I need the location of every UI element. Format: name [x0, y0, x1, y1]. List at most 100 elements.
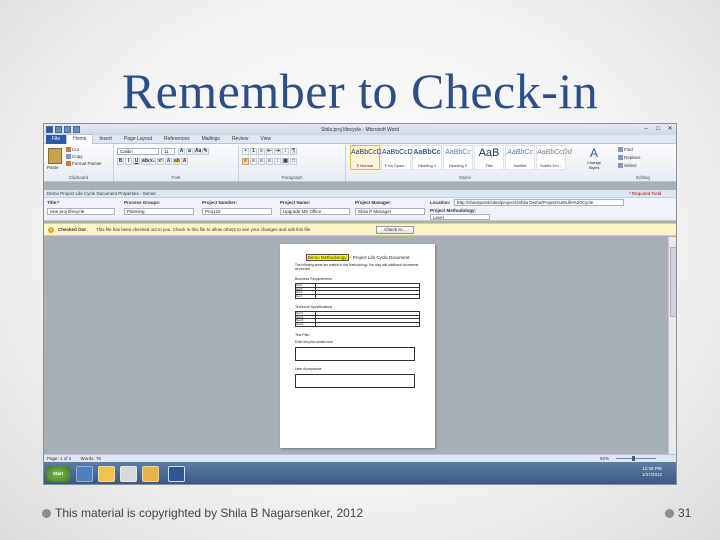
- clipboard-group-label: Clipboard: [68, 175, 89, 180]
- close-button[interactable]: ✕: [664, 125, 676, 133]
- section-business-requirements: Business Requirements: [295, 277, 332, 281]
- style-subtitle[interactable]: AaBbCc Subtitle: [505, 145, 535, 170]
- vertical-scrollbar[interactable]: [668, 237, 676, 454]
- shading-icon[interactable]: ▦: [282, 158, 289, 165]
- user-acceptance-box[interactable]: [295, 374, 415, 388]
- word-taskbar-icon[interactable]: [168, 466, 185, 482]
- grow-font-icon[interactable]: A: [178, 148, 185, 155]
- project-name-field[interactable]: Upgrade MS Office: [280, 208, 350, 215]
- align-left-icon[interactable]: ≡: [242, 158, 249, 165]
- tab-references[interactable]: References: [158, 135, 196, 144]
- line-spacing-icon[interactable]: ↕: [274, 158, 281, 165]
- app-taskbar-icon[interactable]: [120, 466, 137, 482]
- page-count[interactable]: Page: 1 of 2: [47, 456, 71, 461]
- tab-mailings[interactable]: Mailings: [196, 135, 226, 144]
- checked-out-bar: i Checked Out This file has been checked…: [44, 223, 676, 236]
- explorer-taskbar-icon[interactable]: [142, 466, 159, 482]
- required-field-note: * Required Field: [629, 191, 662, 196]
- word-count[interactable]: Words: 76: [81, 456, 101, 461]
- style-normal[interactable]: AaBbCcDd ¶ Normal: [350, 145, 386, 170]
- business-requirements-table: Item1 Item2 Item3 Item4: [295, 283, 420, 299]
- strikethrough-button[interactable]: abc: [141, 158, 151, 165]
- sort-icon[interactable]: ↕: [282, 148, 289, 155]
- tab-view[interactable]: View: [254, 135, 277, 144]
- tab-file[interactable]: File: [46, 134, 67, 144]
- underline-button[interactable]: U: [133, 158, 140, 165]
- style-heading-1[interactable]: AaBbCc Heading 1: [412, 145, 442, 170]
- change-styles-icon: A: [589, 146, 598, 160]
- align-right-icon[interactable]: ≡: [258, 158, 265, 165]
- multilevel-list-icon[interactable]: ≡: [258, 148, 265, 155]
- tab-review[interactable]: Review: [226, 135, 254, 144]
- process-groups-field[interactable]: Planning: [124, 208, 194, 215]
- clear-format-icon[interactable]: ✎: [202, 148, 209, 155]
- replace-button[interactable]: Replace: [618, 155, 641, 161]
- project-manager-label: Project Manager:: [355, 200, 392, 205]
- bold-button[interactable]: B: [117, 158, 124, 165]
- numbering-icon[interactable]: 1: [250, 148, 257, 155]
- paste-button[interactable]: Paste: [47, 165, 59, 171]
- bullets-icon[interactable]: •: [242, 148, 249, 155]
- project-number-field[interactable]: Proj123: [202, 208, 272, 215]
- tab-home[interactable]: Home: [66, 134, 94, 144]
- process-groups-label: Process Groups:: [124, 200, 161, 205]
- footer-bullet-icon: [42, 508, 51, 518]
- maximize-button[interactable]: □: [652, 125, 664, 133]
- zoom-level[interactable]: 92%: [600, 455, 609, 462]
- tab-page-layout[interactable]: Page Layout: [118, 135, 158, 144]
- document-properties-header: Demo Project Life Cycle Document Propert…: [44, 190, 676, 198]
- justify-icon[interactable]: ≡: [266, 158, 273, 165]
- project-manager-field[interactable]: Shila P Manager: [355, 208, 425, 215]
- tab-insert[interactable]: Insert: [93, 135, 118, 144]
- cut-button[interactable]: Cut: [66, 147, 79, 153]
- title-field-label: Title:*: [47, 200, 60, 205]
- location-field[interactable]: http://sharepoint/sites/projects/Shila D…: [454, 199, 624, 206]
- slide-title: Remember to Check-in: [121, 63, 599, 119]
- windows-taskbar: Start 12:36 PM 1/27/2012: [44, 462, 676, 484]
- section-test-plan: Test Plan: [295, 333, 310, 337]
- select-button[interactable]: Select: [618, 163, 637, 169]
- clock[interactable]: 12:36 PM 1/27/2012: [632, 466, 672, 478]
- superscript-button[interactable]: x²: [157, 158, 164, 165]
- minimize-button[interactable]: –: [640, 125, 652, 133]
- folder-taskbar-icon[interactable]: [98, 466, 115, 482]
- project-methodology-field[interactable]: Level: [430, 214, 490, 220]
- increase-indent-icon[interactable]: ⇥: [274, 148, 281, 155]
- highlight-icon[interactable]: ab: [173, 158, 180, 165]
- paste-icon[interactable]: [48, 148, 62, 164]
- text-effects-icon[interactable]: A: [165, 158, 172, 165]
- style-no-spacing[interactable]: AaBbCcDd ¶ No Spaci...: [381, 145, 417, 170]
- checked-out-label: Checked Out: [58, 227, 86, 232]
- align-center-icon[interactable]: ≡: [250, 158, 257, 165]
- check-in-button[interactable]: Check In...: [376, 226, 414, 234]
- replace-icon: [618, 155, 623, 161]
- title-field[interactable]: new proj lifecycle: [47, 208, 115, 215]
- test-plan-box[interactable]: [295, 347, 415, 361]
- copy-icon: [66, 154, 71, 160]
- shrink-font-icon[interactable]: a: [186, 148, 193, 155]
- copy-button[interactable]: Copy: [66, 154, 83, 160]
- font-size-select[interactable]: 11: [161, 148, 175, 155]
- change-case-icon[interactable]: Aa: [194, 148, 201, 155]
- ie-taskbar-icon[interactable]: [76, 466, 93, 482]
- scrollbar-thumb[interactable]: [670, 247, 676, 317]
- zoom-slider[interactable]: [616, 458, 656, 459]
- show-formatting-icon[interactable]: ¶: [290, 148, 297, 155]
- style-heading-2[interactable]: AaBbCc Heading 2: [443, 145, 473, 170]
- style-title[interactable]: AaB Title: [474, 145, 504, 170]
- borders-icon[interactable]: □: [290, 158, 297, 165]
- zoom-slider-handle[interactable]: [632, 456, 635, 461]
- subscript-button[interactable]: x₂: [149, 158, 156, 165]
- document-page[interactable]: Demo Methodology - Project Life Cycle Do…: [280, 244, 435, 448]
- decrease-indent-icon[interactable]: ⇤: [266, 148, 273, 155]
- find-button[interactable]: Find: [618, 147, 633, 153]
- section-technical-specifications: Technical Specifications: [295, 305, 333, 309]
- change-styles-button[interactable]: A Change Styles: [584, 146, 604, 178]
- start-button[interactable]: Start: [46, 466, 70, 482]
- italic-button[interactable]: I: [125, 158, 132, 165]
- page-number-text: 31: [678, 506, 692, 520]
- font-name-select[interactable]: Calibri: [117, 148, 159, 155]
- style-subtle-emphasis[interactable]: AaBbCcDd Subtle Em...: [536, 145, 572, 170]
- format-painter-button[interactable]: Format Painter: [66, 161, 102, 167]
- font-color-icon[interactable]: A: [181, 158, 188, 165]
